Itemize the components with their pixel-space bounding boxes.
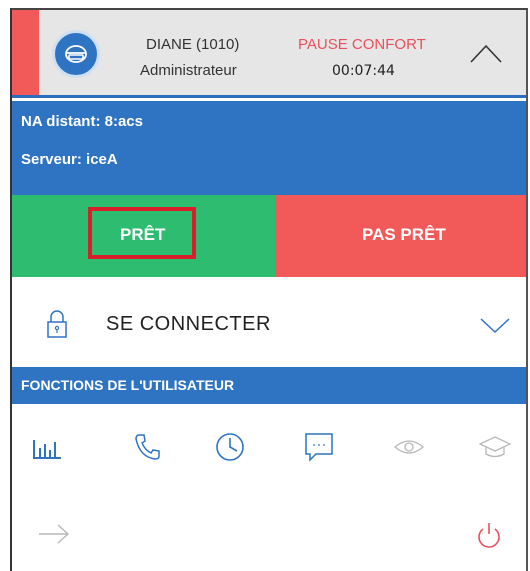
eye-icon[interactable] <box>392 430 426 464</box>
user-functions-header: FONCTIONS DE L'UTILISATEUR <box>12 367 526 404</box>
chart-icon[interactable] <box>30 430 64 464</box>
not-ready-button-label: PAS PRÊT <box>362 225 446 244</box>
ready-button-label: PRÊT <box>120 225 166 244</box>
footer-actions <box>12 504 526 571</box>
chat-icon[interactable] <box>302 430 336 464</box>
remote-agent-label: NA distant: 8:acs <box>21 113 143 130</box>
connect-label: SE CONNECTER <box>106 313 271 335</box>
pause-status: PAUSE CONFORT <box>298 36 426 53</box>
avatar <box>52 30 100 78</box>
agent-panel: DIANE (1010) Administrateur PAUSE CONFOR… <box>10 8 528 571</box>
connection-info: NA distant: 8:acs Serveur: iceA <box>12 101 526 195</box>
ready-button[interactable]: PRÊT <box>12 195 275 277</box>
graduation-cap-icon[interactable] <box>478 430 512 464</box>
clock-icon[interactable] <box>213 430 247 464</box>
server-label: Serveur: iceA <box>21 151 118 168</box>
function-icons <box>12 404 526 504</box>
phone-icon[interactable] <box>130 430 164 464</box>
collapse-button[interactable] <box>464 38 514 78</box>
lock-icon <box>47 310 67 338</box>
user-functions-title: FONCTIONS DE L'UTILISATEUR <box>21 377 235 393</box>
user-name: DIANE (1010) <box>146 36 240 53</box>
connect-row[interactable]: SE CONNECTER <box>12 277 526 367</box>
agent-header: DIANE (1010) Administrateur PAUSE CONFOR… <box>12 10 526 98</box>
arrow-right-icon[interactable] <box>36 522 72 546</box>
ready-actions: PRÊT PAS PRÊT <box>12 195 526 277</box>
status-indicator-strip <box>12 10 39 95</box>
pause-timer: 00:07:44 <box>332 63 395 79</box>
chevron-up-icon <box>470 44 502 63</box>
headset-icon <box>65 45 87 63</box>
power-icon[interactable] <box>475 520 503 550</box>
not-ready-button[interactable]: PAS PRÊT <box>275 195 526 277</box>
chevron-down-icon[interactable] <box>478 315 512 335</box>
user-role: Administrateur <box>140 62 237 79</box>
